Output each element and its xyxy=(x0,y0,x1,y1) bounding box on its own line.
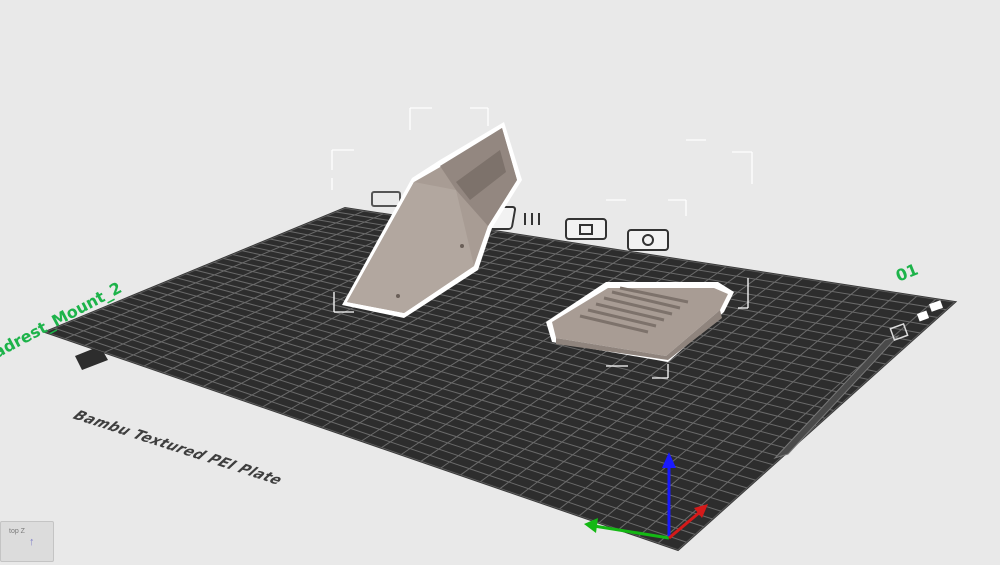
3d-viewport[interactable] xyxy=(0,0,1000,560)
build-plate[interactable] xyxy=(42,206,958,552)
lock-icon[interactable] xyxy=(565,218,607,240)
view-cube[interactable]: top Z ↑ xyxy=(0,521,54,562)
arrange-icon[interactable] xyxy=(371,191,401,207)
settings-icon[interactable] xyxy=(627,229,669,251)
view-cube-arrow-icon: ↑ xyxy=(29,536,35,548)
view-cube-face-label: top Z xyxy=(9,528,25,535)
